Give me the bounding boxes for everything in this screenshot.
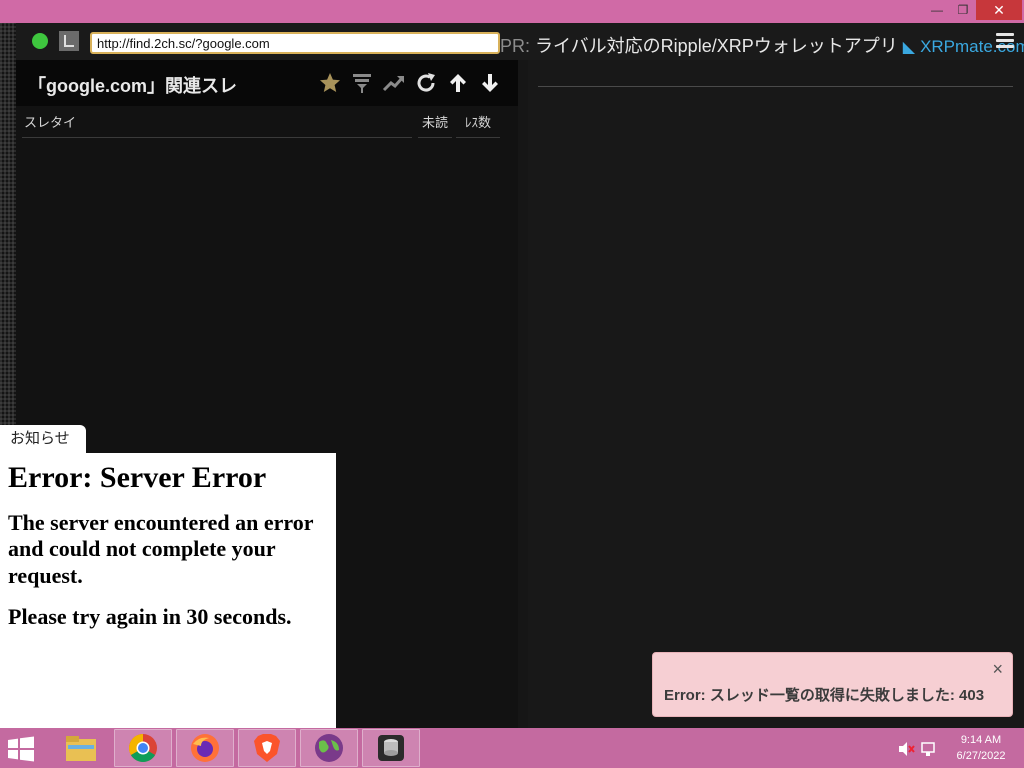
clock-date: 6/27/2022 — [956, 750, 1006, 762]
refresh-icon[interactable] — [413, 70, 439, 96]
column-header-res-count[interactable]: ﾚｽ数 — [456, 112, 500, 138]
ad-text[interactable]: ライバル対応のRipple/XRPウォレットアプリ — [535, 36, 898, 56]
url-input[interactable] — [90, 32, 500, 54]
clock-icon[interactable] — [59, 31, 79, 51]
error-toast: × Error: スレッド一覧の取得に失敗しました: 403 — [652, 652, 1013, 717]
file-explorer-icon[interactable] — [52, 729, 110, 767]
thread-list-columns: スレタイ 未読 ﾚｽ数 — [22, 112, 502, 138]
thread-list-title: 「google.com」関連スレ — [28, 76, 238, 96]
ad-prefix: PR: — [500, 36, 531, 56]
arrow-down-icon[interactable] — [477, 70, 503, 96]
left-frame-strip — [0, 23, 16, 428]
window-titlebar: — ❐ ✕ — [0, 0, 1024, 23]
notice-panel: Error: Server Error The server encounter… — [0, 453, 336, 728]
star-icon[interactable] — [317, 70, 343, 96]
notice-heading: Error: Server Error — [8, 461, 267, 494]
trend-icon[interactable] — [381, 70, 407, 96]
chrome-icon[interactable] — [114, 729, 172, 767]
network-icon — [921, 742, 935, 756]
thread-view-pane — [528, 60, 1024, 728]
toast-message: Error: スレッド一覧の取得に失敗しました: 403 — [664, 687, 985, 704]
thread-list-header: 「google.com」関連スレ — [16, 60, 518, 106]
column-header-unread[interactable]: 未読 — [418, 112, 452, 138]
clock-time: 9:14 AM — [960, 734, 1002, 746]
speaker-muted-icon — [899, 742, 915, 756]
hamburger-menu-icon[interactable] — [996, 30, 1016, 52]
ad-logo-icon: ◣ — [902, 39, 916, 56]
windows-start-icon[interactable] — [6, 736, 40, 762]
taskbar-clock[interactable]: 9:14 AM 6/27/2022 — [948, 732, 1014, 764]
close-icon[interactable]: ✕ — [976, 0, 1022, 20]
status-dot-icon[interactable] — [32, 33, 48, 49]
arrow-up-icon[interactable] — [445, 70, 471, 96]
brave-icon[interactable] — [238, 729, 296, 767]
pr-advertisement[interactable]: PR: ライバル対応のRipple/XRPウォレットアプリ ◣ XRPmate.… — [500, 32, 1024, 58]
notice-tab[interactable]: お知らせ — [0, 425, 86, 453]
pane-splitter[interactable] — [518, 60, 528, 728]
database-app-icon[interactable] — [362, 729, 420, 767]
globe-app-icon[interactable] — [300, 729, 358, 767]
taskbar: 9:14 AM 6/27/2022 — [0, 728, 1024, 768]
notice-retry: Please try again in 30 seconds. — [8, 603, 292, 629]
filter-icon[interactable] — [349, 70, 375, 96]
restore-icon[interactable]: ❐ — [950, 0, 976, 20]
thread-view-divider — [538, 86, 1013, 87]
toast-close-icon[interactable]: × — [992, 659, 1003, 680]
firefox-icon[interactable] — [176, 729, 234, 767]
column-header-title[interactable]: スレタイ — [22, 112, 412, 138]
minimize-icon[interactable]: — — [924, 0, 950, 20]
system-tray — [898, 740, 938, 758]
app-toolbar: PR: ライバル対応のRipple/XRPウォレットアプリ ◣ XRPmate.… — [16, 23, 1024, 60]
notice-message: The server encountered an error and coul… — [8, 509, 314, 589]
